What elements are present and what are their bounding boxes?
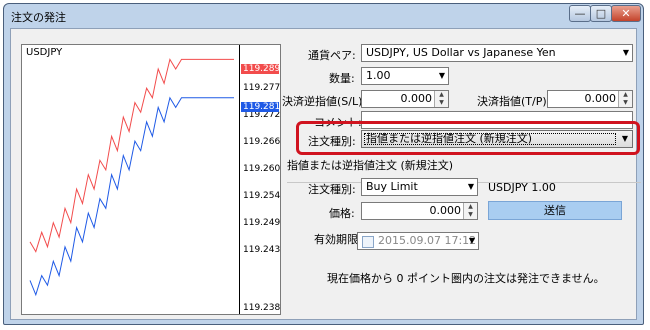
y-tick: 119.266 [243, 137, 281, 147]
chart-svg [29, 58, 234, 297]
send-button[interactable]: 送信 [488, 201, 622, 220]
expiry-date-picker[interactable]: 2015.09.07 17:12 ▼ [357, 232, 479, 250]
pending-group-title: 指値または逆指値注文 (新規注文) [287, 159, 454, 172]
pair-label: 通貨ペア: [308, 49, 356, 62]
y-tick: 119.277 [243, 83, 281, 93]
y-tick: 119.254 [243, 191, 281, 201]
y-tick: 119.238 [243, 303, 281, 313]
minimize-button[interactable]: — [569, 5, 591, 22]
pair-select[interactable]: USDJPY, US Dollar vs Japanese Yen ▼ [361, 44, 633, 62]
series-line-bid [29, 96, 234, 297]
tp-label: 決済指値(T/P) [477, 95, 547, 108]
sl-value: 0.000 [400, 92, 433, 105]
qty-combo[interactable]: 1.00 ▼ [361, 67, 449, 85]
sl-label: 決済逆指値(S/L) [282, 95, 363, 108]
qty-value: 1.00 [366, 69, 391, 82]
expiry-label: 有効期限: [314, 233, 362, 246]
chevron-down-icon: ▼ [622, 48, 629, 57]
order-dialog: 注文の発注 — □ ✕ USDJPY 119.277 119.272 119.2… [3, 3, 644, 325]
chart-plot-area: USDJPY [22, 45, 240, 314]
price-stepper[interactable]: 0.000 ▲ ▼ [361, 202, 478, 220]
symbol-info: USDJPY 1.00 [488, 181, 556, 194]
tick-chart: USDJPY 119.277 119.272 119.266 119.260 1… [21, 44, 281, 315]
tp-value: 0.000 [584, 92, 617, 105]
pair-value: USDJPY, US Dollar vs Japanese Yen [366, 46, 556, 59]
pending-type-label: 注文種別: [308, 183, 356, 196]
chevron-down-icon: ▼ [468, 236, 475, 245]
spin-arrows-icon[interactable]: ▲ ▼ [618, 91, 632, 107]
expiry-checkbox[interactable] [362, 236, 374, 248]
qty-label: 数量: [329, 72, 355, 85]
dialog-body: USDJPY 119.277 119.272 119.266 119.260 1… [10, 28, 641, 320]
chevron-down-icon: ▼ [621, 134, 628, 143]
spin-arrows-icon[interactable]: ▲ ▼ [463, 203, 477, 219]
chevron-down-icon: ▼ [467, 182, 474, 191]
y-tick: 119.260 [243, 164, 281, 174]
chart-symbol: USDJPY [26, 47, 63, 58]
pending-type-value: Buy Limit [366, 180, 418, 193]
y-tick: 119.243 [243, 245, 281, 255]
tp-stepper[interactable]: 0.000 ▲ ▼ [547, 90, 633, 108]
spin-arrows-icon[interactable]: ▲ ▼ [434, 91, 448, 107]
close-button[interactable]: ✕ [611, 5, 641, 22]
maximize-icon: □ [595, 7, 607, 20]
send-label: 送信 [544, 204, 566, 217]
notice-text: 現在価格から 0 ポイント圏内の注文は発注できません。 [327, 272, 605, 285]
price-label: 価格: [329, 207, 355, 220]
chevron-down-icon: ▼ [438, 71, 445, 80]
focus-ring [364, 133, 616, 145]
title-bar: 注文の発注 — □ ✕ [4, 4, 643, 28]
order-type-label: 注文種別: [308, 135, 356, 148]
pending-type-select[interactable]: Buy Limit ▼ [361, 178, 478, 196]
expiry-value: 2015.09.07 17:12 [378, 234, 477, 247]
order-type-select[interactable]: 指値または逆指値注文 (新規注文) ▼ [361, 130, 633, 148]
ask-price-tag: 119.289 [241, 64, 281, 74]
window-title: 注文の発注 [11, 11, 66, 24]
y-tick: 119.249 [243, 218, 281, 228]
sl-stepper[interactable]: 0.000 ▲ ▼ [361, 90, 449, 108]
bid-price-tag: 119.281 [241, 102, 281, 112]
minimize-icon: — [574, 7, 586, 20]
price-value: 0.000 [429, 204, 462, 217]
close-icon: ✕ [621, 7, 631, 20]
maximize-button[interactable]: □ [590, 5, 612, 22]
